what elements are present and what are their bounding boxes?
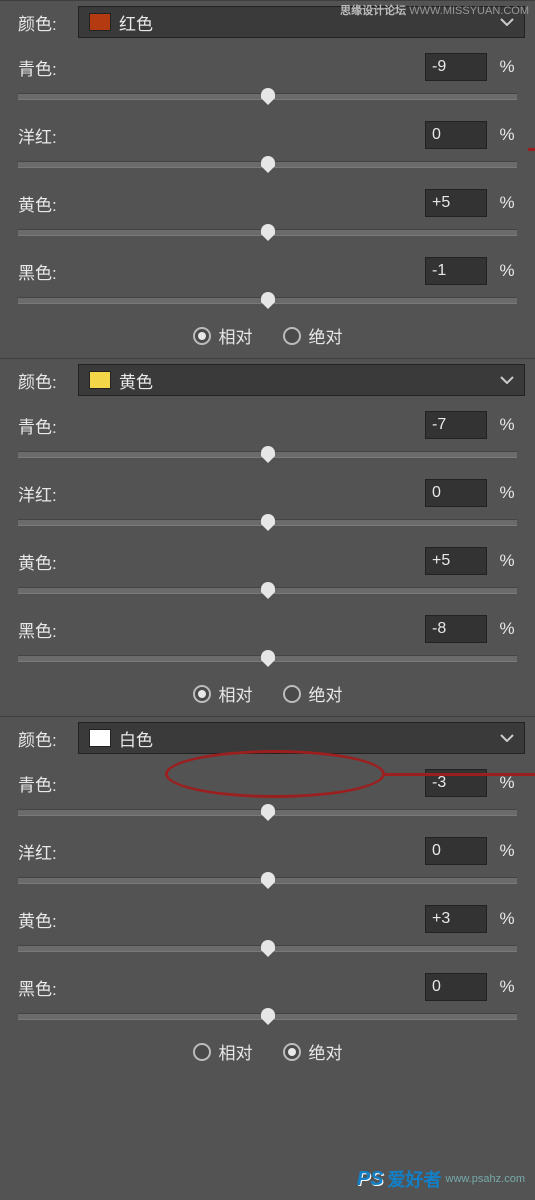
percent-label: % bbox=[497, 841, 517, 861]
radio-relative-icon bbox=[193, 327, 211, 345]
radio-relative[interactable]: 相对 bbox=[193, 681, 253, 706]
color-label: 颜色: bbox=[18, 10, 78, 35]
slider-track-magenta[interactable] bbox=[18, 509, 517, 537]
radio-relative[interactable]: 相对 bbox=[193, 323, 253, 348]
chevron-down-icon bbox=[500, 376, 514, 384]
slider-input-black[interactable] bbox=[425, 257, 487, 285]
radio-absolute[interactable]: 绝对 bbox=[283, 681, 343, 706]
color-name: 黄色 bbox=[119, 368, 500, 393]
slider-track-yellow[interactable] bbox=[18, 219, 517, 247]
radio-absolute[interactable]: 绝对 bbox=[283, 323, 343, 348]
radio-absolute-label: 绝对 bbox=[309, 1039, 343, 1064]
chevron-down-icon bbox=[500, 734, 514, 742]
slider-label-black: 黑色: bbox=[18, 975, 425, 1000]
radio-relative[interactable]: 相对 bbox=[193, 1039, 253, 1064]
slider-label-black: 黑色: bbox=[18, 259, 425, 284]
percent-label: % bbox=[497, 125, 517, 145]
slider-label-magenta: 洋红: bbox=[18, 123, 425, 148]
radio-absolute-label: 绝对 bbox=[309, 681, 343, 706]
slider-input-black[interactable] bbox=[425, 973, 487, 1001]
slider-label-cyan: 青色: bbox=[18, 771, 425, 796]
percent-label: % bbox=[497, 57, 517, 77]
slider-input-cyan[interactable] bbox=[425, 53, 487, 81]
color-name: 白色 bbox=[119, 726, 500, 751]
percent-label: % bbox=[497, 909, 517, 929]
percent-label: % bbox=[497, 619, 517, 639]
slider-input-yellow[interactable] bbox=[425, 189, 487, 217]
color-label: 颜色: bbox=[18, 368, 78, 393]
radio-absolute-label: 绝对 bbox=[309, 323, 343, 348]
watermark-bottom-right: PS爱好者 www.psahz.com bbox=[357, 1166, 525, 1192]
radio-absolute[interactable]: 绝对 bbox=[283, 1039, 343, 1064]
slider-track-magenta[interactable] bbox=[18, 867, 517, 895]
slider-label-black: 黑色: bbox=[18, 617, 425, 642]
chevron-down-icon bbox=[500, 18, 514, 26]
percent-label: % bbox=[497, 773, 517, 793]
slider-input-cyan[interactable] bbox=[425, 769, 487, 797]
slider-track-black[interactable] bbox=[18, 287, 517, 315]
color-dropdown-2[interactable]: 白色 bbox=[78, 722, 525, 754]
radio-absolute-icon bbox=[283, 1043, 301, 1061]
slider-input-magenta[interactable] bbox=[425, 121, 487, 149]
slider-input-magenta[interactable] bbox=[425, 479, 487, 507]
slider-label-magenta: 洋红: bbox=[18, 481, 425, 506]
slider-track-magenta[interactable] bbox=[18, 151, 517, 179]
percent-label: % bbox=[497, 261, 517, 281]
slider-track-cyan[interactable] bbox=[18, 799, 517, 827]
slider-label-magenta: 洋红: bbox=[18, 839, 425, 864]
color-swatch bbox=[89, 13, 111, 31]
radio-relative-label: 相对 bbox=[219, 323, 253, 348]
radio-relative-icon bbox=[193, 685, 211, 703]
slider-track-yellow[interactable] bbox=[18, 935, 517, 963]
radio-relative-label: 相对 bbox=[219, 681, 253, 706]
slider-track-black[interactable] bbox=[18, 1003, 517, 1031]
slider-label-yellow: 黄色: bbox=[18, 549, 425, 574]
radio-relative-icon bbox=[193, 1043, 211, 1061]
radio-relative-label: 相对 bbox=[219, 1039, 253, 1064]
slider-track-yellow[interactable] bbox=[18, 577, 517, 605]
percent-label: % bbox=[497, 193, 517, 213]
slider-input-magenta[interactable] bbox=[425, 837, 487, 865]
percent-label: % bbox=[497, 483, 517, 503]
radio-absolute-icon bbox=[283, 685, 301, 703]
slider-input-cyan[interactable] bbox=[425, 411, 487, 439]
slider-track-black[interactable] bbox=[18, 645, 517, 673]
color-dropdown-1[interactable]: 黄色 bbox=[78, 364, 525, 396]
percent-label: % bbox=[497, 415, 517, 435]
slider-label-yellow: 黄色: bbox=[18, 907, 425, 932]
slider-label-cyan: 青色: bbox=[18, 55, 425, 80]
slider-input-black[interactable] bbox=[425, 615, 487, 643]
watermark-top: 思缘设计论坛 WWW.MISSYUAN.COM bbox=[340, 2, 529, 18]
slider-input-yellow[interactable] bbox=[425, 547, 487, 575]
radio-absolute-icon bbox=[283, 327, 301, 345]
percent-label: % bbox=[497, 551, 517, 571]
slider-label-yellow: 黄色: bbox=[18, 191, 425, 216]
slider-track-cyan[interactable] bbox=[18, 441, 517, 469]
slider-label-cyan: 青色: bbox=[18, 413, 425, 438]
percent-label: % bbox=[497, 977, 517, 997]
color-label: 颜色: bbox=[18, 726, 78, 751]
slider-track-cyan[interactable] bbox=[18, 83, 517, 111]
color-swatch bbox=[89, 371, 111, 389]
color-swatch bbox=[89, 729, 111, 747]
slider-input-yellow[interactable] bbox=[425, 905, 487, 933]
